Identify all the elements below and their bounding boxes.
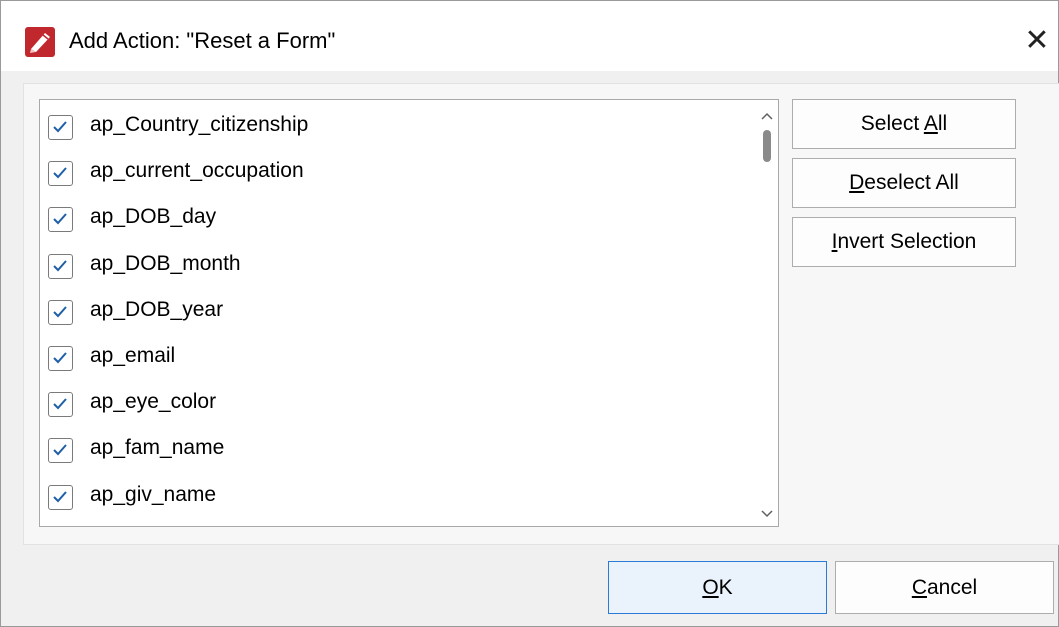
checkbox[interactable] [48,392,73,418]
checkmark-icon [53,259,67,272]
list-item-label: ap_DOB_month [90,251,241,275]
checkbox[interactable] [48,346,73,371]
scroll-thumb[interactable] [763,130,771,162]
dialog-title: Add Action: "Reset a Form" [69,28,336,53]
list-item-label: ap_current_occupation [90,159,304,183]
list-item-label: ap_fam_name [90,436,225,460]
chevron-down-icon [761,510,773,518]
checkbox[interactable] [48,207,73,233]
list-items-container: ap_Country_citizenship ap_current_occupat… [40,100,756,526]
checkmark-icon [53,490,67,503]
checkmark-icon [53,352,67,364]
checkmark-icon [53,306,67,318]
checkbox[interactable] [48,484,73,510]
invert-selection-button[interactable]: Invert Selection [792,217,1016,267]
list-item-label: ap_DOB_year [90,297,224,321]
deselect-all-button[interactable]: Deselect All [792,158,1016,208]
pdf-editor-icon [25,27,55,57]
checkbox[interactable] [48,299,73,325]
chevron-up-icon [761,112,773,120]
checkbox[interactable] [48,161,73,187]
checkbox[interactable] [48,115,73,140]
vertical-scrollbar[interactable] [756,100,778,526]
list-item-label: ap_email [90,344,176,367]
checkmark-icon [53,398,67,410]
list-item-label: ap_giv_name [90,482,217,506]
checkmark-icon [53,444,67,456]
checkmark-icon [53,167,67,179]
close-icon: ✕ [1024,23,1050,58]
checkmark-icon [53,213,67,225]
title-bar: Add Action: "Reset a Form" ✕ [1,1,1058,71]
checkbox[interactable] [48,253,73,279]
list-item-label: ap_eye_color [90,390,217,414]
cancel-button[interactable]: Cancel [835,561,1054,614]
checkbox[interactable] [48,438,73,464]
scroll-up-button[interactable] [756,104,778,126]
list-item-label: ap_DOB_day [90,205,217,229]
close-button[interactable]: ✕ [1019,21,1055,61]
checkmark-icon [53,121,67,133]
select-all-button[interactable]: Select All [792,99,1016,149]
ok-button[interactable]: OK [608,561,827,614]
scroll-down-button[interactable] [756,502,778,524]
list-item-label: ap_Country_citizenship [90,113,309,136]
form-fields-list[interactable]: ap_Country_citizenship ap_current_occupat… [39,99,779,527]
add-action-dialog: Add Action: "Reset a Form" ✕ ap_Country_… [0,0,1059,627]
